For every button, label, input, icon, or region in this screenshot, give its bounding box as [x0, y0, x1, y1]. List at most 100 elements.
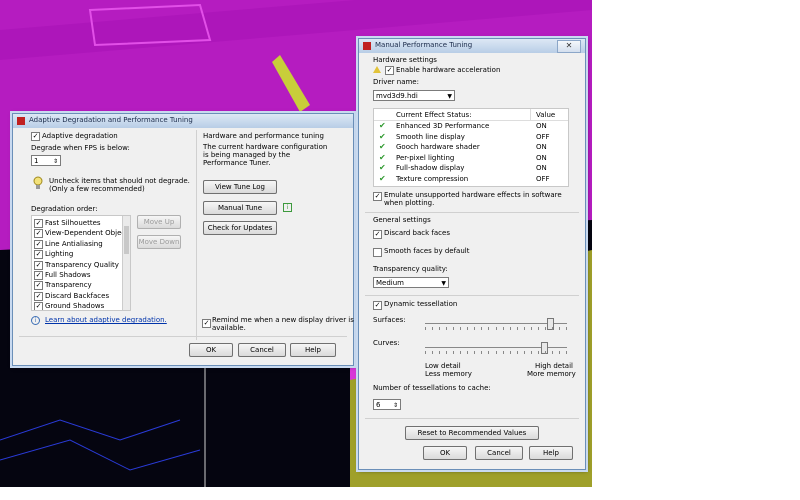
- slider-tick: [439, 327, 441, 330]
- curves-slider[interactable]: [425, 342, 567, 356]
- slider-tick: [566, 327, 567, 330]
- column-header-value: Value: [536, 111, 556, 119]
- slider-tick: [530, 351, 532, 354]
- slider-tick: [566, 351, 567, 354]
- less-memory-label: Less memory: [425, 370, 472, 378]
- curves-label: Curves:: [373, 339, 400, 347]
- slider-tick: [502, 351, 504, 354]
- slider-tick: [453, 351, 455, 354]
- dynamic-tessellation-checkbox[interactable]: ✓: [373, 301, 382, 310]
- slider-tick: [432, 327, 434, 330]
- column-header-effect: Current Effect Status:: [396, 111, 472, 119]
- transparency-quality-select[interactable]: Medium ▼: [373, 277, 449, 288]
- slider-tick: [530, 327, 532, 330]
- effect-status-table: Current Effect Status: Value ✔ Enhanced 3…: [373, 108, 569, 187]
- hw-desc-line-2: is being managed by the: [203, 151, 291, 159]
- help-button[interactable]: Help: [290, 343, 336, 357]
- slider-tick: [509, 351, 511, 354]
- degradation-order-list[interactable]: ✓ Fast Silhouettes ✓ View-Dependent Objects…: [31, 215, 131, 311]
- footer-divider: [365, 418, 579, 419]
- dialog-title: Manual Performance Tuning: [375, 41, 473, 49]
- list-item-label: Lighting: [45, 250, 74, 259]
- list-item-checkbox[interactable]: ✓: [34, 219, 43, 228]
- slider-tick: [439, 351, 441, 354]
- footer-divider: [19, 336, 347, 337]
- slider-tick: [432, 351, 434, 354]
- effect-value: ON: [536, 122, 547, 130]
- slider-tick: [481, 351, 483, 354]
- move-up-button[interactable]: Move Up: [137, 215, 181, 229]
- tip-line-2: (Only a few recommended): [49, 185, 145, 193]
- remind-line-2: available.: [212, 324, 246, 332]
- list-item-checkbox[interactable]: ✓: [34, 250, 43, 260]
- enable-hw-checkbox[interactable]: ✓: [385, 66, 394, 75]
- table-row: ✔ Per-pixel lighting ON: [374, 153, 568, 163]
- manual-performance-tuning-dialog: Manual Performance Tuning ✕ Hardware set…: [358, 38, 586, 470]
- section-divider: [365, 295, 579, 296]
- ok-button[interactable]: OK: [423, 446, 467, 460]
- list-item-checkbox[interactable]: ✓: [34, 229, 43, 239]
- reset-recommended-button[interactable]: Reset to Recommended Values: [405, 426, 539, 440]
- close-button[interactable]: ✕: [557, 40, 581, 53]
- slider-tick: [551, 327, 553, 330]
- list-item-checkbox[interactable]: ✓: [34, 291, 43, 301]
- checkmark-icon: ✔: [379, 152, 386, 162]
- smooth-faces-checkbox[interactable]: [373, 248, 382, 257]
- app-icon: [363, 42, 371, 50]
- surfaces-slider[interactable]: [425, 318, 567, 332]
- remind-driver-checkbox[interactable]: ✓: [202, 319, 211, 328]
- checkmark-icon: ✔: [379, 121, 386, 130]
- slider-tick: [537, 351, 539, 354]
- slider-tick: [488, 327, 490, 330]
- spinner-arrows-icon[interactable]: ⇕: [393, 400, 398, 411]
- slider-tick: [523, 327, 525, 330]
- warning-icon: [373, 66, 381, 73]
- cancel-button[interactable]: Cancel: [238, 343, 286, 357]
- discard-back-faces-checkbox[interactable]: ✓: [373, 230, 382, 239]
- slider-tick: [558, 327, 560, 330]
- degradation-order-label: Degradation order:: [31, 205, 98, 213]
- lightbulb-icon: [33, 176, 43, 189]
- list-item-checkbox[interactable]: ✓: [34, 260, 43, 270]
- surfaces-slider-thumb[interactable]: [547, 318, 555, 330]
- num-tessellations-spinner[interactable]: 6 ⇕: [373, 399, 401, 410]
- effect-name: Full-shadow display: [396, 164, 465, 173]
- list-item-checkbox[interactable]: ✓: [34, 281, 43, 291]
- learn-adaptive-link[interactable]: Learn about adaptive degradation.: [45, 316, 167, 324]
- slider-tick: [516, 327, 518, 330]
- slider-tick: [474, 327, 476, 330]
- cancel-button[interactable]: Cancel: [475, 446, 523, 460]
- help-button[interactable]: Help: [529, 446, 573, 460]
- move-down-button[interactable]: Move Down: [137, 235, 181, 249]
- enable-hw-label: Enable hardware acceleration: [396, 66, 501, 74]
- effect-name: Enhanced 3D Performance: [396, 122, 490, 130]
- manual-tune-info-icon[interactable]: i: [283, 203, 292, 212]
- list-item-label: Transparency Quality: [45, 260, 119, 269]
- slider-tick: [551, 351, 553, 354]
- emulate-line-2: when plotting.: [384, 199, 435, 207]
- ok-button[interactable]: OK: [189, 343, 233, 357]
- view-tune-log-button[interactable]: View Tune Log: [203, 180, 277, 194]
- fps-spinner[interactable]: 1 ⇕: [31, 155, 61, 166]
- list-item-checkbox[interactable]: ✓: [34, 271, 43, 280]
- list-scrollbar[interactable]: [122, 216, 130, 310]
- slider-tick: [425, 351, 426, 354]
- hw-desc-line-3: Performance Tuner.: [203, 159, 271, 167]
- list-item-checkbox[interactable]: ✓: [34, 239, 43, 249]
- slider-tick: [467, 327, 469, 330]
- high-detail-label: High detail: [535, 362, 573, 370]
- slider-tick: [460, 351, 462, 354]
- manual-tune-button[interactable]: Manual Tune: [203, 201, 277, 215]
- slider-tick: [446, 351, 448, 354]
- driver-name-select[interactable]: mvd3d9.hdi ▼: [373, 90, 455, 101]
- adaptive-degradation-label: Adaptive degradation: [42, 132, 118, 140]
- list-item-checkbox[interactable]: ✓: [34, 302, 43, 310]
- slider-tick: [502, 327, 504, 330]
- adaptive-degradation-checkbox[interactable]: ✓: [31, 132, 40, 141]
- list-item-label: View-Dependent Objects: [45, 229, 131, 238]
- spinner-arrows-icon[interactable]: ⇕: [53, 156, 58, 167]
- effect-name: Gooch hardware shader: [396, 143, 480, 152]
- check-for-updates-button[interactable]: Check for Updates: [203, 221, 277, 235]
- emulate-checkbox[interactable]: ✓: [373, 192, 382, 201]
- list-item-label: Fast Silhouettes: [45, 219, 101, 227]
